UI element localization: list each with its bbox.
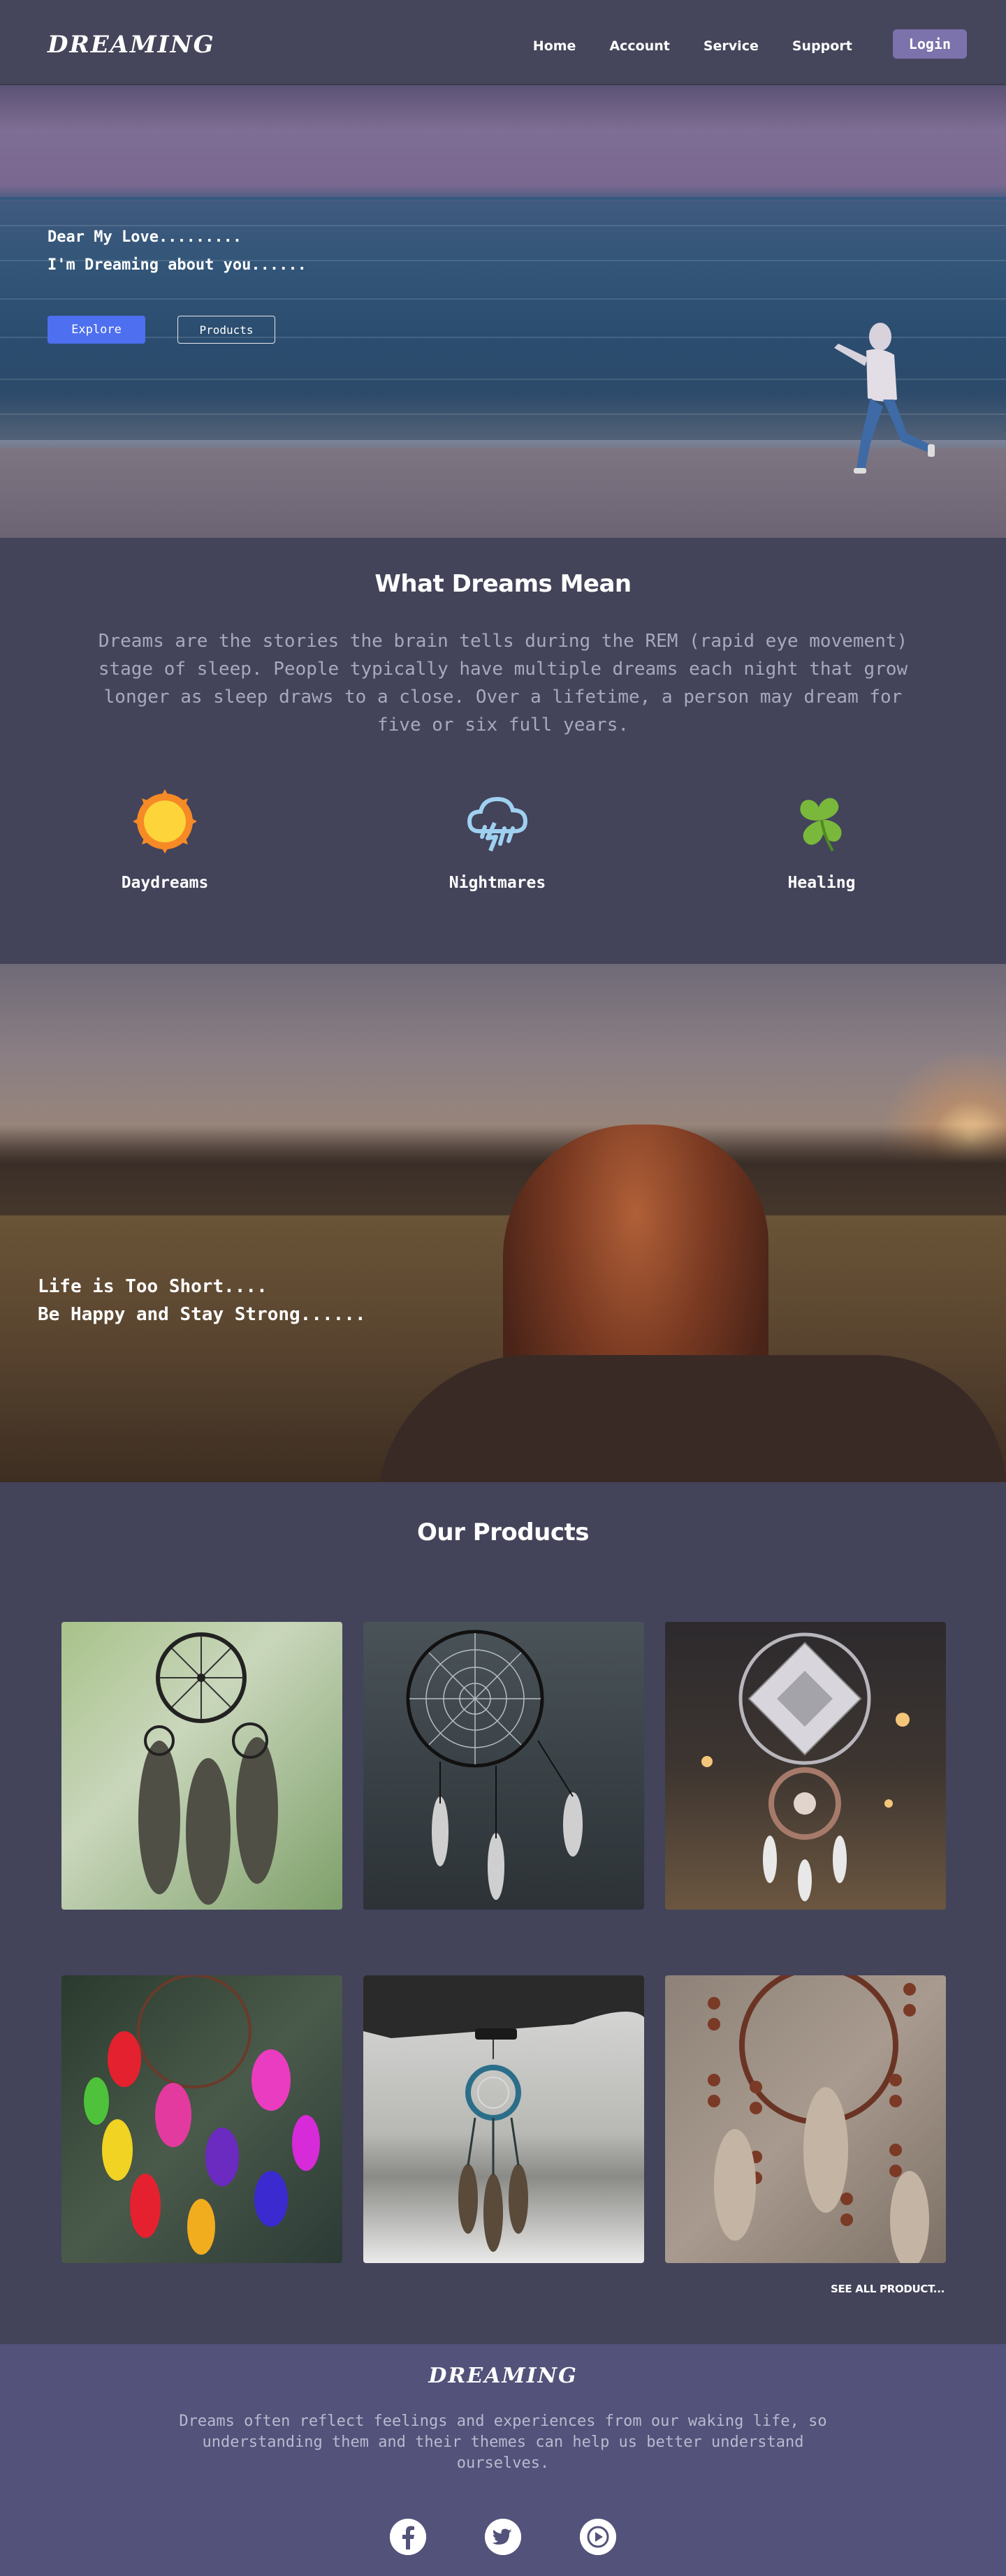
products-title: Our Products: [417, 1518, 589, 1546]
product-card-6[interactable]: [665, 1975, 946, 2263]
login-button[interactable]: Login: [892, 29, 967, 59]
dreamcatcher-image: [363, 1975, 644, 2252]
explore-button[interactable]: Explore: [48, 316, 145, 344]
dreamcatcher-image: [708, 1975, 929, 2263]
nav-home[interactable]: Home: [533, 38, 576, 54]
nav-service[interactable]: Service: [704, 38, 759, 54]
brand-logo[interactable]: DREAMING: [48, 31, 215, 59]
feature-label: Healing: [787, 874, 856, 892]
see-all-products-link[interactable]: SEE ALL PRODUCT...: [831, 2283, 945, 2295]
product-card-1[interactable]: [61, 1622, 342, 1910]
hero-line-1: Dear My Love.........: [48, 228, 242, 246]
running-person-image: [834, 323, 935, 474]
hero-horizon: [0, 197, 1006, 200]
sun-icon: [133, 789, 197, 854]
product-card-5[interactable]: [363, 1975, 644, 2263]
twitter-icon[interactable]: [485, 2519, 521, 2555]
play-icon[interactable]: [580, 2519, 616, 2555]
hero-message: Dear My Love......... I'm Dreaming about…: [48, 224, 307, 279]
banner-person-shoulders: [377, 1355, 1006, 1482]
banner-message: Life is Too Short.... Be Happy and Stay …: [38, 1273, 366, 1329]
social-links: [0, 2519, 1006, 2555]
top-nav: DREAMING Home Account Service Support Lo…: [0, 0, 1006, 85]
banner-image: [0, 964, 1006, 1482]
footer-brand-logo[interactable]: DREAMING: [0, 2364, 1006, 2388]
dreamcatcher-image: [701, 1632, 910, 1901]
feature-nightmares: Nightmares: [414, 788, 581, 892]
hero-section: Dear My Love......... I'm Dreaming about…: [0, 85, 1006, 538]
nav-support[interactable]: Support: [792, 38, 852, 54]
product-card-4[interactable]: [61, 1975, 342, 2263]
four-leaf-clover-icon: [800, 798, 842, 852]
nav-account[interactable]: Account: [609, 38, 669, 54]
dreams-description: Dreams are the stories the brain tells d…: [98, 631, 908, 736]
hero-line-2: I'm Dreaming about you......: [48, 256, 307, 274]
feature-daydreams: Daydreams: [81, 788, 249, 892]
banner-line-1: Life is Too Short....: [38, 1276, 268, 1297]
dreamcatcher-image: [84, 1975, 320, 2255]
feature-label: Daydreams: [121, 874, 209, 892]
footer-description: Dreams often reflect feelings and experi…: [179, 2413, 827, 2472]
nav-links: Home Account Service Support Login: [533, 29, 967, 59]
dreamcatcher-image: [138, 1632, 278, 1905]
footer: DREAMING Dreams often reflect feelings a…: [0, 2344, 1006, 2576]
hero-wave: [0, 298, 1006, 300]
feature-label: Nightmares: [449, 874, 546, 892]
products-button[interactable]: Products: [177, 316, 275, 344]
feature-healing: Healing: [738, 788, 905, 892]
dreamcatcher-image: [406, 1630, 583, 1900]
banner-line-2: Be Happy and Stay Strong......: [38, 1304, 366, 1325]
hero-buttons: Explore Products: [48, 316, 275, 344]
product-card-3[interactable]: [665, 1622, 946, 1910]
dreams-title: What Dreams Mean: [374, 570, 632, 598]
product-card-2[interactable]: [363, 1622, 644, 1910]
facebook-icon[interactable]: [390, 2519, 426, 2555]
storm-cloud-icon: [467, 796, 528, 852]
